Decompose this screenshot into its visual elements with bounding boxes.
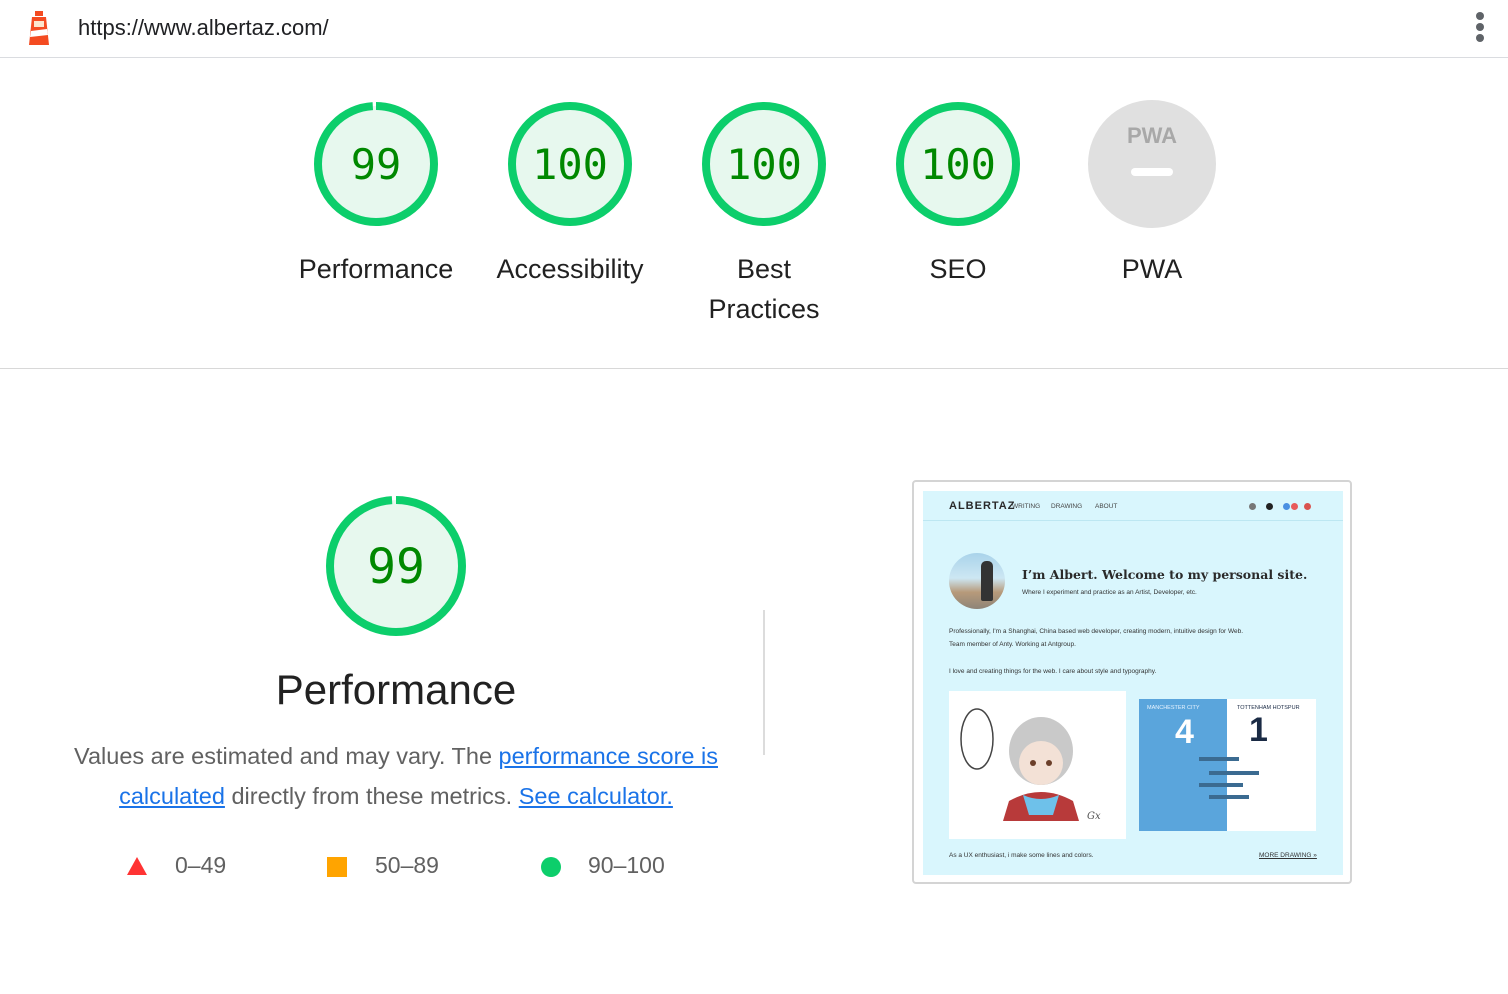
color-dot-icon: [1283, 503, 1290, 510]
thumb-nav-item: WRITING: [1012, 503, 1041, 510]
section-divider: [763, 610, 765, 755]
gauge-label: SEO: [929, 254, 987, 284]
gauge-score: 100: [920, 140, 996, 189]
gauge-label: Performance: [298, 254, 454, 284]
gauge-ring: 100: [508, 102, 632, 226]
more-vert-icon[interactable]: [1468, 10, 1492, 48]
moon-icon: [1266, 503, 1273, 510]
pwa-badge-icon: PWA: [1088, 100, 1216, 228]
gauge-score: 100: [726, 140, 802, 189]
lighthouse-icon: [26, 11, 52, 47]
thumb-drawing: Gx: [949, 691, 1126, 839]
category-gauges: 99 Performance 100 Accessibility 100 Bes…: [0, 59, 1508, 369]
performance-title: Performance: [275, 666, 517, 713]
thumb-paragraph: I love and creating things for the web. …: [949, 668, 1157, 675]
legend-fail: 0–49: [126, 852, 246, 882]
legend-label: 0–49: [175, 852, 227, 878]
thumb-nav: ALBERTAZ WRITING DRAWING ABOUT: [923, 491, 1343, 521]
thumb-score-right: 1: [1249, 711, 1268, 749]
thumb-footer: As a UX enthusiast, i make some lines an…: [949, 852, 1094, 859]
thumb-nav-item: DRAWING: [1051, 503, 1083, 510]
pwa-badge-text: PWA: [1127, 123, 1177, 148]
color-dot-icon: [1291, 503, 1298, 510]
gauge-score: 99: [351, 140, 402, 189]
legend-label: 50–89: [375, 852, 439, 878]
gauge-label: PWA: [1121, 254, 1183, 284]
performance-gauge-large: 99: [322, 492, 470, 640]
thumb-paragraph: Professionally, I'm a Shanghai, China ba…: [949, 628, 1244, 635]
thumb-team-left: MANCHESTER CITY: [1147, 705, 1200, 711]
rss-icon: [1249, 503, 1256, 510]
gauge-seo[interactable]: 100 SEO: [858, 99, 1058, 289]
thumb-headline: I’m Albert. Welcome to my personal site.: [1022, 567, 1308, 582]
description-text: Values are estimated and may vary. The: [74, 743, 499, 769]
thumb-nav-item: ABOUT: [1095, 503, 1118, 510]
address-bar: https://www.albertaz.com/: [0, 0, 1508, 58]
performance-score: 99: [367, 539, 425, 595]
gauge-performance[interactable]: 99 Performance: [276, 99, 476, 289]
see-calculator-link[interactable]: See calculator.: [519, 783, 673, 809]
gauge-label-line1: Best: [736, 254, 792, 284]
svg-text:Gx: Gx: [1087, 811, 1101, 822]
screenshot-image: ALBERTAZ WRITING DRAWING ABOUT I’m Alber…: [923, 491, 1343, 875]
circle-icon: [541, 857, 561, 877]
final-screenshot[interactable]: ALBERTAZ WRITING DRAWING ABOUT I’m Alber…: [912, 480, 1352, 884]
triangle-icon: [127, 857, 147, 875]
page-url[interactable]: https://www.albertaz.com/: [78, 15, 329, 41]
thumb-team-right: TOTTENHAM HOTSPUR: [1237, 705, 1300, 711]
legend-label: 90–100: [588, 852, 665, 878]
thumb-brand: ALBERTAZ: [949, 500, 1016, 512]
color-dot-icon: [1304, 503, 1311, 510]
performance-description: Values are estimated and may vary. The p…: [70, 736, 722, 816]
gauge-ring: 100: [702, 102, 826, 226]
thumb-avatar: [949, 553, 1005, 609]
gauge-label: Best Practices: [664, 249, 864, 329]
thumb-more-link: MORE DRAWING »: [1259, 852, 1317, 859]
gauge-score: 100: [532, 140, 608, 189]
gauge-accessibility[interactable]: 100 Accessibility: [470, 99, 670, 289]
gauge-best-practices[interactable]: 100 Best Practices: [664, 99, 864, 329]
thumb-score-left: 4: [1175, 713, 1194, 751]
gauge-ring: 100: [896, 102, 1020, 226]
gauge-label-line2: Practices: [708, 294, 820, 324]
thumb-subline: Where I experiment and practice as an Ar…: [1022, 589, 1197, 596]
legend-pass: 90–100: [540, 852, 700, 882]
legend-average: 50–89: [326, 852, 466, 882]
gauge-pwa[interactable]: PWA PWA: [1052, 99, 1252, 289]
thumb-paragraph: Team member of Anty. Working at Antgroup…: [949, 641, 1076, 648]
gauge-ring: 99: [314, 102, 438, 226]
description-text: directly from these metrics.: [224, 783, 519, 809]
thumb-match-card: MANCHESTER CITY TOTTENHAM HOTSPUR 4 1: [1139, 699, 1316, 831]
square-icon: [327, 857, 347, 877]
gauge-label: Accessibility: [496, 254, 644, 284]
